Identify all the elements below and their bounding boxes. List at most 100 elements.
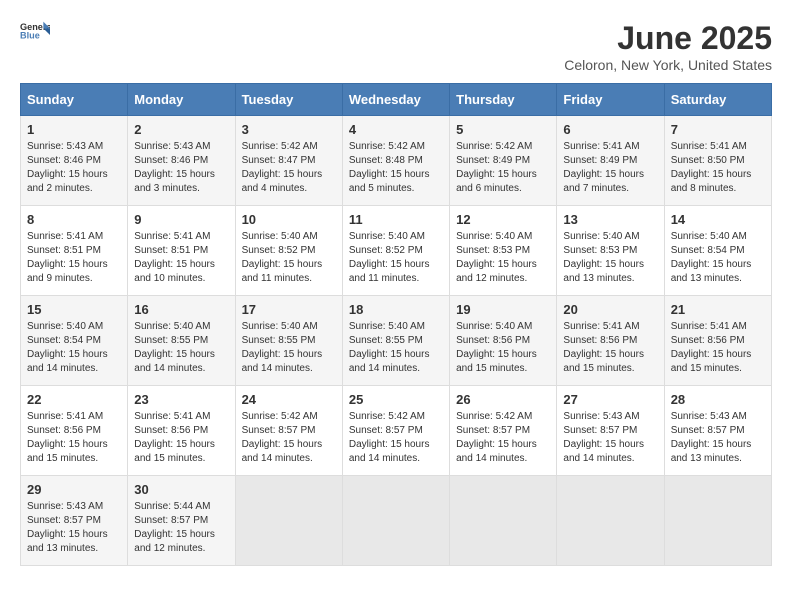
cell-content: Sunrise: 5:42 AM Sunset: 8:57 PM Dayligh… bbox=[349, 411, 430, 464]
day-number: 10 bbox=[242, 212, 336, 227]
header-tuesday: Tuesday bbox=[235, 84, 342, 116]
day-number: 9 bbox=[134, 212, 228, 227]
day-number: 8 bbox=[27, 212, 121, 227]
header-row: Sunday Monday Tuesday Wednesday Thursday… bbox=[21, 84, 772, 116]
day-number: 15 bbox=[27, 302, 121, 317]
cell-content: Sunrise: 5:44 AM Sunset: 8:57 PM Dayligh… bbox=[134, 501, 215, 554]
day-number: 17 bbox=[242, 302, 336, 317]
logo-icon: General Blue bbox=[20, 20, 50, 40]
table-row: 2 Sunrise: 5:43 AM Sunset: 8:46 PM Dayli… bbox=[128, 116, 235, 206]
table-row: 17 Sunrise: 5:40 AM Sunset: 8:55 PM Dayl… bbox=[235, 296, 342, 386]
day-number: 16 bbox=[134, 302, 228, 317]
day-number: 4 bbox=[349, 122, 443, 137]
table-row: 9 Sunrise: 5:41 AM Sunset: 8:51 PM Dayli… bbox=[128, 206, 235, 296]
header-monday: Monday bbox=[128, 84, 235, 116]
table-row bbox=[664, 476, 771, 566]
header-thursday: Thursday bbox=[450, 84, 557, 116]
logo: General Blue bbox=[20, 20, 50, 40]
header-sunday: Sunday bbox=[21, 84, 128, 116]
table-row: 7 Sunrise: 5:41 AM Sunset: 8:50 PM Dayli… bbox=[664, 116, 771, 206]
cell-content: Sunrise: 5:43 AM Sunset: 8:57 PM Dayligh… bbox=[671, 411, 752, 464]
table-row: 1 Sunrise: 5:43 AM Sunset: 8:46 PM Dayli… bbox=[21, 116, 128, 206]
day-number: 27 bbox=[563, 392, 657, 407]
cell-content: Sunrise: 5:40 AM Sunset: 8:56 PM Dayligh… bbox=[456, 321, 537, 374]
table-row: 10 Sunrise: 5:40 AM Sunset: 8:52 PM Dayl… bbox=[235, 206, 342, 296]
cell-content: Sunrise: 5:40 AM Sunset: 8:55 PM Dayligh… bbox=[349, 321, 430, 374]
day-number: 30 bbox=[134, 482, 228, 497]
day-number: 14 bbox=[671, 212, 765, 227]
cell-content: Sunrise: 5:41 AM Sunset: 8:56 PM Dayligh… bbox=[134, 411, 215, 464]
table-row: 23 Sunrise: 5:41 AM Sunset: 8:56 PM Dayl… bbox=[128, 386, 235, 476]
month-title: June 2025 bbox=[564, 20, 772, 57]
cell-content: Sunrise: 5:41 AM Sunset: 8:56 PM Dayligh… bbox=[671, 321, 752, 374]
cell-content: Sunrise: 5:43 AM Sunset: 8:46 PM Dayligh… bbox=[27, 141, 108, 194]
table-row: 11 Sunrise: 5:40 AM Sunset: 8:52 PM Dayl… bbox=[342, 206, 449, 296]
day-number: 28 bbox=[671, 392, 765, 407]
cell-content: Sunrise: 5:40 AM Sunset: 8:53 PM Dayligh… bbox=[563, 231, 644, 284]
cell-content: Sunrise: 5:41 AM Sunset: 8:51 PM Dayligh… bbox=[27, 231, 108, 284]
table-row: 27 Sunrise: 5:43 AM Sunset: 8:57 PM Dayl… bbox=[557, 386, 664, 476]
header-friday: Friday bbox=[557, 84, 664, 116]
calendar-week-4: 22 Sunrise: 5:41 AM Sunset: 8:56 PM Dayl… bbox=[21, 386, 772, 476]
table-row: 30 Sunrise: 5:44 AM Sunset: 8:57 PM Dayl… bbox=[128, 476, 235, 566]
calendar-week-5: 29 Sunrise: 5:43 AM Sunset: 8:57 PM Dayl… bbox=[21, 476, 772, 566]
svg-text:Blue: Blue bbox=[20, 30, 40, 40]
day-number: 1 bbox=[27, 122, 121, 137]
table-row: 22 Sunrise: 5:41 AM Sunset: 8:56 PM Dayl… bbox=[21, 386, 128, 476]
day-number: 2 bbox=[134, 122, 228, 137]
day-number: 26 bbox=[456, 392, 550, 407]
cell-content: Sunrise: 5:41 AM Sunset: 8:56 PM Dayligh… bbox=[563, 321, 644, 374]
cell-content: Sunrise: 5:43 AM Sunset: 8:46 PM Dayligh… bbox=[134, 141, 215, 194]
table-row bbox=[342, 476, 449, 566]
cell-content: Sunrise: 5:43 AM Sunset: 8:57 PM Dayligh… bbox=[563, 411, 644, 464]
cell-content: Sunrise: 5:40 AM Sunset: 8:54 PM Dayligh… bbox=[27, 321, 108, 374]
cell-content: Sunrise: 5:42 AM Sunset: 8:47 PM Dayligh… bbox=[242, 141, 323, 194]
table-row: 12 Sunrise: 5:40 AM Sunset: 8:53 PM Dayl… bbox=[450, 206, 557, 296]
calendar-week-1: 1 Sunrise: 5:43 AM Sunset: 8:46 PM Dayli… bbox=[21, 116, 772, 206]
day-number: 6 bbox=[563, 122, 657, 137]
day-number: 5 bbox=[456, 122, 550, 137]
header-wednesday: Wednesday bbox=[342, 84, 449, 116]
title-area: June 2025 Celoron, New York, United Stat… bbox=[564, 20, 772, 73]
table-row: 4 Sunrise: 5:42 AM Sunset: 8:48 PM Dayli… bbox=[342, 116, 449, 206]
table-row: 6 Sunrise: 5:41 AM Sunset: 8:49 PM Dayli… bbox=[557, 116, 664, 206]
day-number: 19 bbox=[456, 302, 550, 317]
cell-content: Sunrise: 5:42 AM Sunset: 8:48 PM Dayligh… bbox=[349, 141, 430, 194]
location-title: Celoron, New York, United States bbox=[564, 57, 772, 73]
table-row: 20 Sunrise: 5:41 AM Sunset: 8:56 PM Dayl… bbox=[557, 296, 664, 386]
table-row bbox=[450, 476, 557, 566]
cell-content: Sunrise: 5:42 AM Sunset: 8:57 PM Dayligh… bbox=[242, 411, 323, 464]
cell-content: Sunrise: 5:42 AM Sunset: 8:49 PM Dayligh… bbox=[456, 141, 537, 194]
table-row: 16 Sunrise: 5:40 AM Sunset: 8:55 PM Dayl… bbox=[128, 296, 235, 386]
calendar-week-3: 15 Sunrise: 5:40 AM Sunset: 8:54 PM Dayl… bbox=[21, 296, 772, 386]
cell-content: Sunrise: 5:40 AM Sunset: 8:52 PM Dayligh… bbox=[242, 231, 323, 284]
cell-content: Sunrise: 5:41 AM Sunset: 8:50 PM Dayligh… bbox=[671, 141, 752, 194]
table-row: 19 Sunrise: 5:40 AM Sunset: 8:56 PM Dayl… bbox=[450, 296, 557, 386]
page-header: General Blue June 2025 Celoron, New York… bbox=[20, 20, 772, 73]
table-row bbox=[557, 476, 664, 566]
table-row: 29 Sunrise: 5:43 AM Sunset: 8:57 PM Dayl… bbox=[21, 476, 128, 566]
table-row: 3 Sunrise: 5:42 AM Sunset: 8:47 PM Dayli… bbox=[235, 116, 342, 206]
calendar-week-2: 8 Sunrise: 5:41 AM Sunset: 8:51 PM Dayli… bbox=[21, 206, 772, 296]
table-row: 8 Sunrise: 5:41 AM Sunset: 8:51 PM Dayli… bbox=[21, 206, 128, 296]
table-row: 25 Sunrise: 5:42 AM Sunset: 8:57 PM Dayl… bbox=[342, 386, 449, 476]
day-number: 20 bbox=[563, 302, 657, 317]
day-number: 13 bbox=[563, 212, 657, 227]
table-row: 15 Sunrise: 5:40 AM Sunset: 8:54 PM Dayl… bbox=[21, 296, 128, 386]
day-number: 22 bbox=[27, 392, 121, 407]
table-row: 5 Sunrise: 5:42 AM Sunset: 8:49 PM Dayli… bbox=[450, 116, 557, 206]
cell-content: Sunrise: 5:41 AM Sunset: 8:49 PM Dayligh… bbox=[563, 141, 644, 194]
table-row: 14 Sunrise: 5:40 AM Sunset: 8:54 PM Dayl… bbox=[664, 206, 771, 296]
table-row: 26 Sunrise: 5:42 AM Sunset: 8:57 PM Dayl… bbox=[450, 386, 557, 476]
cell-content: Sunrise: 5:41 AM Sunset: 8:56 PM Dayligh… bbox=[27, 411, 108, 464]
day-number: 23 bbox=[134, 392, 228, 407]
day-number: 7 bbox=[671, 122, 765, 137]
cell-content: Sunrise: 5:40 AM Sunset: 8:55 PM Dayligh… bbox=[242, 321, 323, 374]
table-row: 24 Sunrise: 5:42 AM Sunset: 8:57 PM Dayl… bbox=[235, 386, 342, 476]
day-number: 11 bbox=[349, 212, 443, 227]
cell-content: Sunrise: 5:40 AM Sunset: 8:53 PM Dayligh… bbox=[456, 231, 537, 284]
day-number: 21 bbox=[671, 302, 765, 317]
table-row: 13 Sunrise: 5:40 AM Sunset: 8:53 PM Dayl… bbox=[557, 206, 664, 296]
day-number: 18 bbox=[349, 302, 443, 317]
day-number: 29 bbox=[27, 482, 121, 497]
